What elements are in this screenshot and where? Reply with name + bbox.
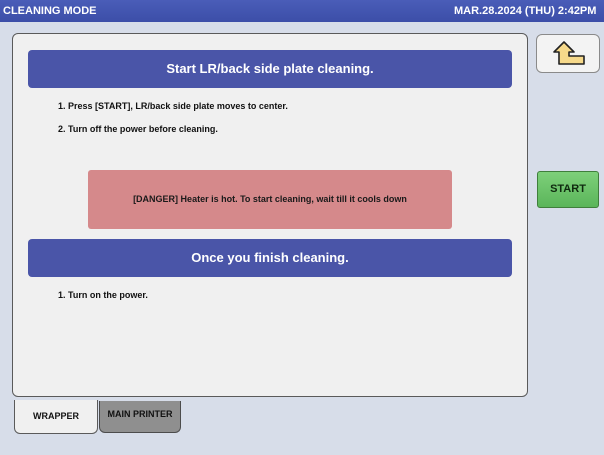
section-header-start-cleaning: Start LR/back side plate cleaning. bbox=[28, 50, 512, 88]
danger-warning: [DANGER] Heater is hot. To start cleanin… bbox=[88, 170, 452, 229]
start-button[interactable]: START bbox=[537, 171, 599, 208]
back-button[interactable] bbox=[536, 34, 600, 73]
window-title: CLEANING MODE bbox=[3, 5, 97, 17]
instruction-step: 1. Turn on the power. bbox=[58, 290, 148, 300]
tab-main-printer[interactable]: MAIN PRINTER bbox=[99, 401, 181, 433]
title-bar: CLEANING MODE MAR.28.2024 (THU) 2:42PM bbox=[0, 0, 604, 22]
date-time: MAR.28.2024 (THU) 2:42PM bbox=[454, 5, 597, 17]
cleaning-panel: Start LR/back side plate cleaning. 1. Pr… bbox=[12, 33, 528, 397]
tab-wrapper[interactable]: WRAPPER bbox=[14, 400, 98, 434]
return-arrow-icon bbox=[553, 41, 585, 65]
instruction-step: 1. Press [START], LR/back side plate mov… bbox=[58, 101, 288, 111]
instruction-step: 2. Turn off the power before cleaning. bbox=[58, 124, 218, 134]
section-header-finish-cleaning: Once you finish cleaning. bbox=[28, 239, 512, 277]
